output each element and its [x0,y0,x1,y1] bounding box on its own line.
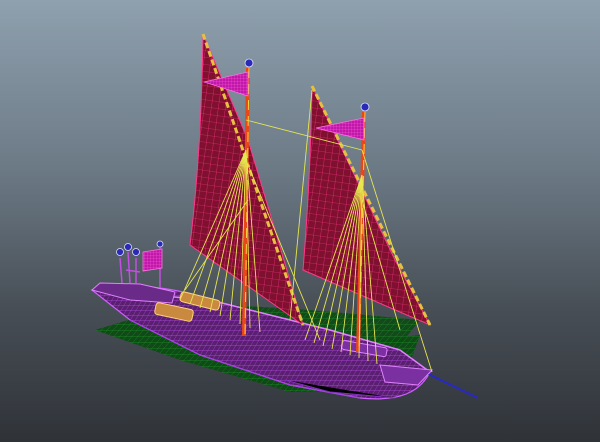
lantern [116,248,124,256]
mast-finial-main [244,58,254,68]
mast-finial-fore [360,102,370,112]
stern-flag [142,248,163,272]
3d-viewport[interactable] [0,0,600,442]
lantern [124,243,132,251]
lantern [156,240,164,248]
lantern [132,248,140,256]
ship-model-wireframe[interactable] [0,0,600,442]
stern-lanterns [116,240,164,288]
